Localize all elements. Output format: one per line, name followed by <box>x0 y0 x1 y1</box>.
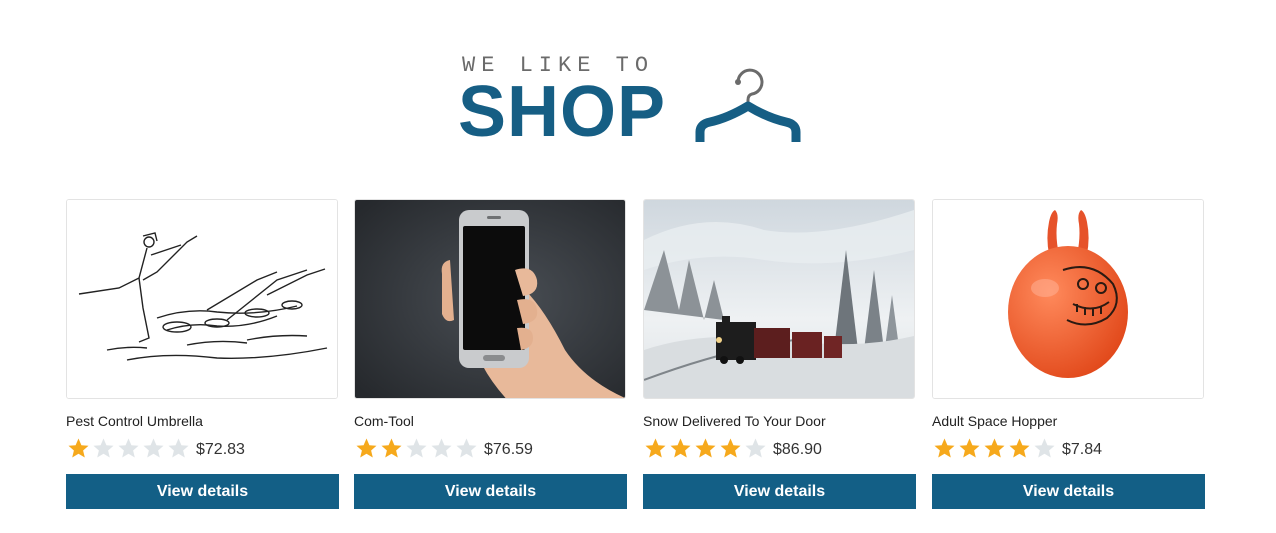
shop-logo[interactable]: WE LIKE TO SHOP <box>458 50 818 150</box>
star-filled-icon <box>645 438 666 458</box>
star-filled-icon <box>695 438 716 458</box>
star-filled-icon <box>68 438 89 458</box>
product-title[interactable]: Snow Delivered To Your Door <box>643 413 916 429</box>
product-card: Com-Tool $76.59 View details <box>354 199 627 509</box>
product-title[interactable]: Com-Tool <box>354 413 627 429</box>
product-price: $76.59 <box>484 441 533 458</box>
rating-row: $7.84 <box>932 435 1205 461</box>
product-card: Adult Space Hopper $7.84 View details <box>932 199 1205 509</box>
view-details-button[interactable]: View details <box>643 474 916 509</box>
phone-in-hand-image <box>355 200 625 398</box>
star-rating <box>66 437 191 459</box>
product-card: Pest Control Umbrella $72.83 View detail… <box>66 199 339 509</box>
product-card: Snow Delivered To Your Door $86.90 View … <box>643 199 916 509</box>
snow-train-image <box>644 200 914 398</box>
view-details-button[interactable]: View details <box>66 474 339 509</box>
star-empty-icon <box>168 438 189 458</box>
umbrella-sketch-image <box>67 200 337 398</box>
star-empty-icon <box>745 438 766 458</box>
star-filled-icon <box>381 438 402 458</box>
star-filled-icon <box>1009 438 1030 458</box>
star-empty-icon <box>406 438 427 458</box>
star-filled-icon <box>934 438 955 458</box>
product-title[interactable]: Adult Space Hopper <box>932 413 1205 429</box>
product-price: $86.90 <box>773 441 822 458</box>
product-image[interactable] <box>66 199 338 399</box>
star-filled-icon <box>356 438 377 458</box>
product-title[interactable]: Pest Control Umbrella <box>66 413 339 429</box>
star-empty-icon <box>456 438 477 458</box>
star-empty-icon <box>118 438 139 458</box>
star-rating <box>932 437 1057 459</box>
space-hopper-image <box>933 200 1203 398</box>
rating-row: $76.59 <box>354 435 627 461</box>
rating-row: $86.90 <box>643 435 916 461</box>
view-details-button[interactable]: View details <box>932 474 1205 509</box>
star-filled-icon <box>670 438 691 458</box>
view-details-button[interactable]: View details <box>354 474 627 509</box>
star-empty-icon <box>1034 438 1055 458</box>
star-rating <box>354 437 479 459</box>
star-filled-icon <box>959 438 980 458</box>
product-image[interactable] <box>932 199 1204 399</box>
star-empty-icon <box>431 438 452 458</box>
star-filled-icon <box>720 438 741 458</box>
product-price: $7.84 <box>1062 441 1103 458</box>
product-price: $72.83 <box>196 441 245 458</box>
star-empty-icon <box>93 438 114 458</box>
product-image[interactable] <box>354 199 626 399</box>
product-image[interactable] <box>643 199 915 399</box>
rating-row: $72.83 <box>66 435 339 461</box>
star-empty-icon <box>143 438 164 458</box>
logo-wordmark: SHOP <box>458 72 667 152</box>
star-rating <box>643 437 768 459</box>
star-filled-icon <box>984 438 1005 458</box>
hanger-icon <box>695 68 801 142</box>
